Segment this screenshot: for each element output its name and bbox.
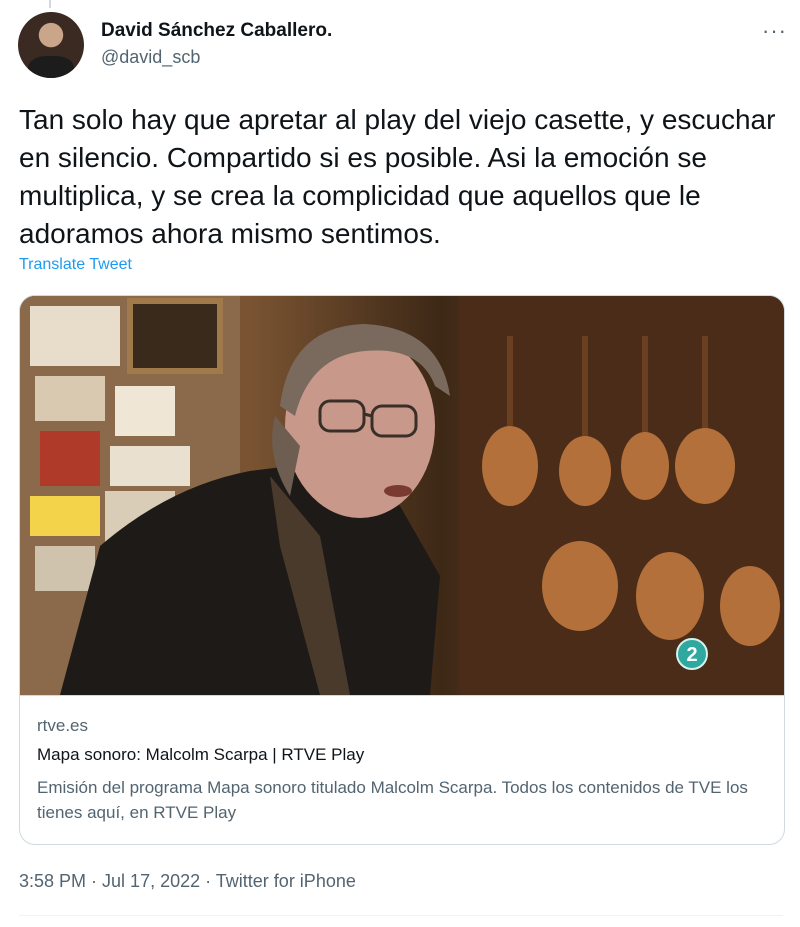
author-handle[interactable]: @david_scb [101, 47, 200, 68]
card-info[interactable]: rtve.es Mapa sonoro: Malcolm Scarpa | RT… [20, 695, 784, 844]
tweet-date[interactable]: Jul 17, 2022 [102, 871, 200, 891]
avatar[interactable] [18, 12, 84, 78]
tweet-source[interactable]: Twitter for iPhone [216, 871, 356, 891]
tweet-meta: 3:58 PM · Jul 17, 2022 · Twitter for iPh… [19, 871, 356, 892]
card-description: Emisión del programa Mapa sonoro titulad… [37, 778, 748, 822]
divider [19, 915, 783, 916]
card-domain: rtve.es [37, 716, 89, 735]
translate-tweet-link[interactable]: Translate Tweet [19, 256, 132, 274]
author-name[interactable]: David Sánchez Caballero. [101, 20, 332, 42]
tweet-text: Tan solo hay que apretar al play del vie… [19, 104, 776, 249]
card-image[interactable]: 2 [20, 296, 784, 695]
more-horizontal-icon[interactable]: ··· [762, 18, 787, 44]
link-card[interactable]: 2 rtve.es Mapa sonoro: Malcolm Scarpa | … [19, 295, 785, 845]
avatar-figure [28, 56, 74, 78]
tv-channel-logo-icon: 2 [676, 638, 708, 670]
card-title: Mapa sonoro: Malcolm Scarpa | RTVE Play [37, 745, 365, 764]
thread-connector-line [49, 0, 51, 8]
meta-separator: · [200, 871, 216, 891]
meta-separator: · [86, 871, 103, 891]
tweet-time[interactable]: 3:58 PM [19, 871, 86, 891]
card-image-illustration [20, 296, 784, 695]
tv-channel-logo-text: 2 [686, 644, 697, 666]
